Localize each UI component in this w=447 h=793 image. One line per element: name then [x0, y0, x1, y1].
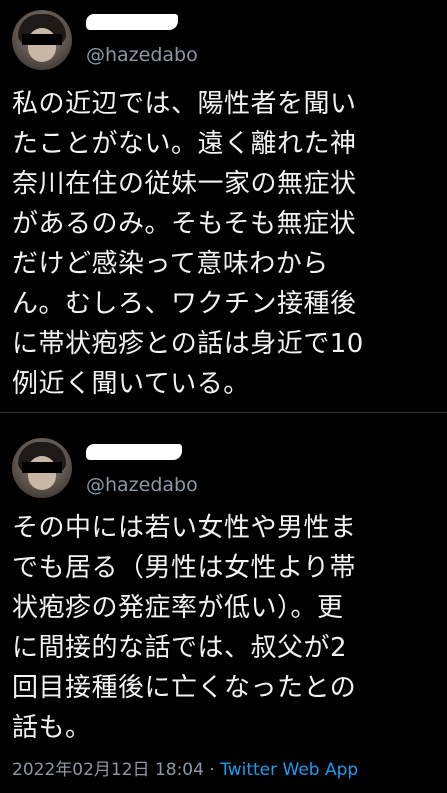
- redacted-display-name: [86, 444, 182, 460]
- tweet-text-line: だけど感染って意味わから: [12, 249, 329, 279]
- tweet-text-line: 回目接種後に亡くなったとの: [12, 673, 357, 703]
- tweet-meta: 2022年02月12日 18:04 · Twitter Web App: [12, 755, 358, 780]
- tweet-divider: [0, 412, 447, 413]
- tweet-2[interactable]: @hazedabo その中には若い女性や男性ま でも居る（男性は女性より帯 状疱…: [0, 420, 447, 793]
- avatar-censor-bar: [22, 462, 62, 473]
- tweet-text-line: 状疱疹の発症率が低い）。更: [12, 593, 344, 623]
- tweet-text: その中には若い女性や男性ま でも居る（男性は女性より帯 状疱疹の発症率が低い）。…: [12, 508, 437, 748]
- tweet-text: 私の近辺では、陽性者を聞い たことがない。遠く離れた神 奈川在住の従妹一家の無症…: [12, 84, 437, 404]
- tweet-timestamp[interactable]: 2022年02月12日 18:04: [12, 760, 204, 780]
- avatar-censor-bar: [22, 34, 62, 45]
- tweet-text-line: 私の近辺では、陽性者を聞い: [12, 89, 357, 119]
- tweet-text-line: ん。むしろ、ワクチン接種後: [12, 289, 357, 319]
- redacted-display-name: [86, 14, 178, 30]
- tweet-text-line: に間接的な話では、叔父が2: [12, 633, 348, 663]
- tweet-text-line: があるのみ。そもそも無症状: [12, 209, 356, 239]
- tweet-text-line: 例近く聞いている。: [12, 369, 250, 399]
- user-handle[interactable]: @hazedabo: [86, 44, 198, 66]
- meta-separator: ·: [209, 760, 215, 780]
- tweet-text-line: 奈川在住の従妹一家の無症状: [12, 169, 357, 199]
- tweet-1[interactable]: @hazedabo 私の近辺では、陽性者を聞い たことがない。遠く離れた神 奈川…: [0, 0, 447, 412]
- tweet-text-line: に帯状疱疹との話は身近で10: [12, 329, 364, 359]
- tweet-text-line: でも居る（男性は女性より帯: [12, 553, 356, 583]
- tweet-text-line: たことがない。遠く離れた神: [12, 129, 357, 159]
- tweet-text-line: その中には若い女性や男性ま: [12, 513, 357, 543]
- avatar[interactable]: [12, 10, 72, 70]
- avatar[interactable]: [12, 438, 72, 498]
- tweet-text-line: 話も。: [12, 713, 92, 743]
- user-handle[interactable]: @hazedabo: [86, 474, 198, 496]
- tweet-source-link[interactable]: Twitter Web App: [220, 760, 358, 780]
